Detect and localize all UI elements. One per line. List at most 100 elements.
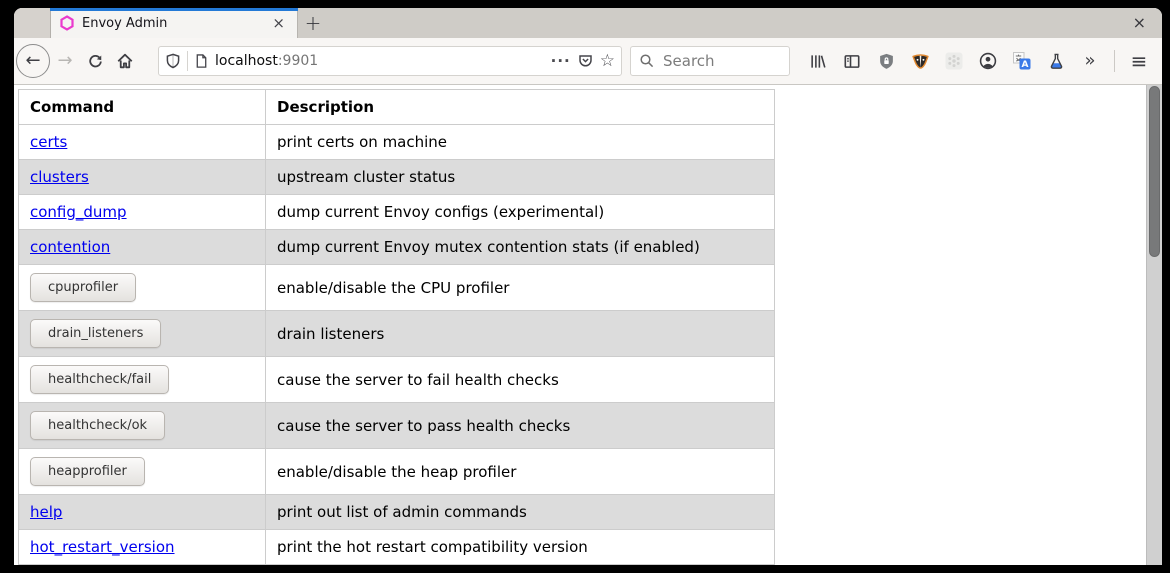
tab-bar: Envoy Admin × + × — [14, 8, 1162, 38]
back-icon: ← — [25, 52, 40, 70]
table-row: help print out list of admin commands — [19, 495, 775, 530]
description-cell: cause the server to pass health checks — [266, 403, 775, 449]
window-close-icon[interactable]: × — [1129, 13, 1150, 33]
shield-lock-icon — [878, 53, 895, 70]
page-actions-ellipsis-icon[interactable]: ··· — [551, 52, 571, 70]
description-cell: drain listeners — [266, 311, 775, 357]
admin-command-table: Command Description certs print certs on … — [18, 89, 775, 565]
toolbar-right-icons: A » ≡ — [803, 46, 1154, 76]
command-link-certs[interactable]: certs — [30, 133, 67, 151]
active-tab-indicator — [50, 8, 298, 11]
description-cell: print certs on machine — [266, 125, 775, 160]
command-link-clusters[interactable]: clusters — [30, 168, 89, 186]
description-cell: print the hot restart compatibility vers… — [266, 530, 775, 565]
table-body: certs print certs on machine clusters upstr… — [19, 125, 775, 565]
table-row: drain_listeners drain listeners — [19, 311, 775, 357]
table-header-row: Command Description — [19, 90, 775, 125]
tabbar-spacer — [14, 8, 51, 38]
description-column-header: Description — [266, 90, 775, 125]
page-info-icon[interactable] — [194, 53, 209, 69]
table-row: heapprofiler enable/disable the heap prof… — [19, 449, 775, 495]
description-cell: print out list of admin commands — [266, 495, 775, 530]
url-port: :9901 — [278, 53, 318, 69]
command-button-drain_listeners[interactable]: drain_listeners — [30, 319, 161, 348]
bookmark-star-icon[interactable]: ☆ — [600, 53, 615, 70]
overflow-chevrons-icon: » — [1084, 52, 1095, 70]
command-button-healthcheck/fail[interactable]: healthcheck/fail — [30, 365, 169, 394]
svg-text:A: A — [1022, 60, 1029, 70]
forward-icon: → — [57, 52, 72, 70]
scrollbar-thumb[interactable] — [1149, 86, 1160, 257]
command-link-contention[interactable]: contention — [30, 238, 110, 256]
description-cell: dump current Envoy configs (experimental… — [266, 195, 775, 230]
command-cell: healthcheck/fail — [19, 357, 266, 403]
command-cell: help — [19, 495, 266, 530]
command-link-help[interactable]: help — [30, 503, 62, 521]
hamburger-menu-button[interactable]: ≡ — [1124, 46, 1154, 76]
url-text[interactable]: localhost:9901 — [215, 53, 545, 69]
description-cell: dump current Envoy mutex contention stat… — [266, 230, 775, 265]
library-icon — [809, 53, 827, 70]
table-row: cpuprofiler enable/disable the CPU profil… — [19, 265, 775, 311]
sidebars-icon — [843, 53, 861, 70]
command-cell: hot_restart_version — [19, 530, 266, 565]
envoy-hexagon-icon — [60, 15, 74, 31]
table-row: healthcheck/ok cause the server to pass h… — [19, 403, 775, 449]
translate-icon: A — [1013, 52, 1031, 70]
new-tab-button[interactable]: + — [298, 8, 328, 38]
home-icon — [116, 52, 134, 70]
shield-lock-extension-button[interactable] — [871, 46, 901, 76]
command-button-heapprofiler[interactable]: heapprofiler — [30, 457, 145, 486]
command-cell: healthcheck/ok — [19, 403, 266, 449]
tab-title: Envoy Admin — [82, 16, 261, 31]
description-cell: upstream cluster status — [266, 160, 775, 195]
command-cell: cpuprofiler — [19, 265, 266, 311]
command-link-config_dump[interactable]: config_dump — [30, 203, 127, 221]
privacy-badger-icon — [911, 53, 930, 70]
table-row: clusters upstream cluster status — [19, 160, 775, 195]
command-button-cpuprofiler[interactable]: cpuprofiler — [30, 273, 136, 302]
url-host: localhost — [215, 53, 278, 69]
search-bar[interactable] — [630, 46, 790, 76]
overflow-menu-button[interactable]: » — [1075, 46, 1105, 76]
forward-button[interactable]: → — [50, 46, 80, 76]
pocket-icon[interactable] — [577, 53, 594, 69]
command-button-healthcheck/ok[interactable]: healthcheck/ok — [30, 411, 165, 440]
tab-envoy-admin[interactable]: Envoy Admin × — [51, 8, 298, 38]
sidebars-button[interactable] — [837, 46, 867, 76]
search-icon — [639, 53, 655, 69]
command-column-header: Command — [19, 90, 266, 125]
reload-icon — [87, 53, 104, 70]
toolbar-divider — [1114, 50, 1115, 72]
tracking-shield-icon[interactable] — [165, 53, 181, 69]
command-link-hot_restart_version[interactable]: hot_restart_version — [30, 538, 175, 556]
table-row: contention dump current Envoy mutex conte… — [19, 230, 775, 265]
table-row: hot_restart_version print the hot restart… — [19, 530, 775, 565]
vertical-scrollbar[interactable] — [1146, 85, 1162, 565]
search-input[interactable] — [661, 51, 781, 71]
page-content: Command Description certs print certs on … — [14, 85, 1162, 565]
hamburger-menu-icon: ≡ — [1131, 51, 1148, 71]
table-row: certs print certs on machine — [19, 125, 775, 160]
back-button[interactable]: ← — [16, 44, 50, 78]
command-cell: certs — [19, 125, 266, 160]
urlbar-divider — [187, 51, 188, 71]
tab-close-icon[interactable]: × — [269, 16, 288, 31]
command-cell: config_dump — [19, 195, 266, 230]
library-button[interactable] — [803, 46, 833, 76]
flask-extension-button[interactable] — [1041, 46, 1071, 76]
command-cell: clusters — [19, 160, 266, 195]
home-button[interactable] — [110, 46, 140, 76]
addon-grid-extension-button[interactable] — [939, 46, 969, 76]
account-button[interactable] — [973, 46, 1003, 76]
command-cell: contention — [19, 230, 266, 265]
table-row: healthcheck/failcause the server to fail… — [19, 357, 775, 403]
translate-extension-button[interactable]: A — [1007, 46, 1037, 76]
url-bar[interactable]: localhost:9901 ··· ☆ — [158, 46, 622, 76]
command-cell: drain_listeners — [19, 311, 266, 357]
table-row: config_dump dump current Envoy configs (e… — [19, 195, 775, 230]
description-cell: enable/disable the CPU profiler — [266, 265, 775, 311]
reload-button[interactable] — [80, 46, 110, 76]
privacy-badger-extension-button[interactable] — [905, 46, 935, 76]
description-cell: enable/disable the heap profiler — [266, 449, 775, 495]
